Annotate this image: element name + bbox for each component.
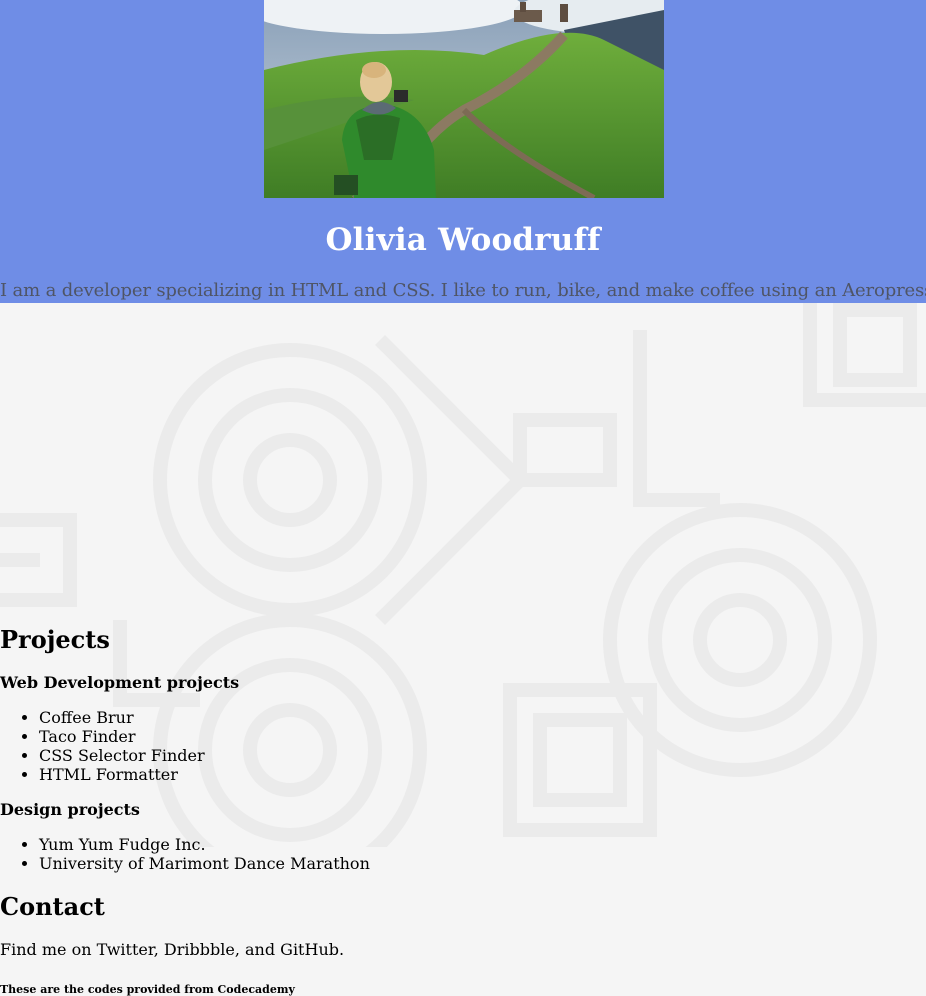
list-item: HTML Formatter [39,765,205,784]
list-item: CSS Selector Finder [39,746,205,765]
profile-photo [264,0,664,198]
design-projects-list: Yum Yum Fudge Inc. University of Marimon… [0,835,370,873]
header: Olivia Woodruff I am a developer special… [0,0,926,303]
web-projects-heading: Web Development projects [0,673,240,692]
list-item: University of Marimont Dance Marathon [39,854,370,873]
list-item: Yum Yum Fudge Inc. [39,835,370,854]
list-item: Coffee Brur [39,708,205,727]
contact-heading: Contact [0,892,105,921]
credit-text: These are the codes provided from Codeca… [0,983,295,996]
list-item: Taco Finder [39,727,205,746]
profile-name: Olivia Woodruff [325,222,601,258]
contact-text: Find me on Twitter, Dribbble, and GitHub… [0,940,345,959]
design-projects-heading: Design projects [0,800,140,819]
projects-heading: Projects [0,625,110,654]
profile-bio: I am a developer specializing in HTML an… [0,280,926,301]
web-projects-list: Coffee Brur Taco Finder CSS Selector Fin… [0,708,205,784]
